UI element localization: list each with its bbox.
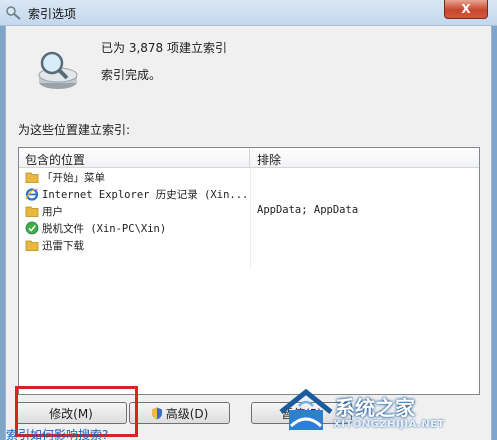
location-name: 脱机文件 (Xin-PC\Xin) <box>42 223 167 235</box>
ie-icon <box>25 188 39 201</box>
folder-icon <box>25 172 39 183</box>
list-caption: 为这些位置建立索引: <box>18 123 131 137</box>
indexed-count-text: 已为 3,878 项建立索引 <box>101 41 227 55</box>
close-button[interactable]: X <box>444 0 488 19</box>
watermark: 系统之家 XITONGZHIJIA.NET <box>275 388 487 436</box>
location-name: 迅雷下载 <box>42 240 84 252</box>
list-item[interactable]: 用户 AppData; AppData <box>19 203 479 220</box>
index-help-link[interactable]: 索引如何影响搜索? <box>6 426 108 440</box>
column-header-excluded[interactable]: 排除 <box>251 148 479 168</box>
list-item[interactable]: 「开始」菜单 <box>19 169 479 186</box>
list-header: 包含的位置 排除 <box>19 148 479 168</box>
index-status-text: 索引完成。 <box>101 68 162 82</box>
house-logo-icon <box>279 388 333 430</box>
dialog-body: 已为 3,878 项建立索引 索引完成。 为这些位置建立索引: 包含的位置 排除… <box>5 26 492 440</box>
location-name: 「开始」菜单 <box>42 172 105 184</box>
window-title: 索引选项 <box>28 7 77 21</box>
indexed-locations-list[interactable]: 包含的位置 排除 「开始」菜单 Internet Explorer 历史记录 (… <box>18 147 480 395</box>
indexing-options-icon <box>6 6 21 20</box>
list-item[interactable]: 迅雷下载 <box>19 237 479 254</box>
indexing-drive-icon <box>38 51 78 89</box>
watermark-brand: 系统之家 <box>335 396 415 420</box>
location-name: 用户 <box>42 206 63 218</box>
location-name: Internet Explorer 历史记录 (Xin... <box>42 189 249 201</box>
watermark-domain: XITONGZHIJIA.NET <box>333 419 445 430</box>
folder-icon <box>25 240 39 251</box>
title-bar[interactable]: 索引选项 X <box>0 0 497 26</box>
advanced-button[interactable]: 高级(D) <box>129 402 230 424</box>
list-item[interactable]: 脱机文件 (Xin-PC\Xin) <box>19 220 479 237</box>
offline-files-icon <box>25 221 39 235</box>
uac-shield-icon <box>151 407 162 419</box>
folder-icon <box>25 206 39 217</box>
advanced-button-label: 高级(D) <box>165 406 209 421</box>
column-header-included[interactable]: 包含的位置 <box>19 148 250 168</box>
list-item[interactable]: Internet Explorer 历史记录 (Xin... <box>19 186 479 203</box>
location-excluded: AppData; AppData <box>257 204 359 216</box>
